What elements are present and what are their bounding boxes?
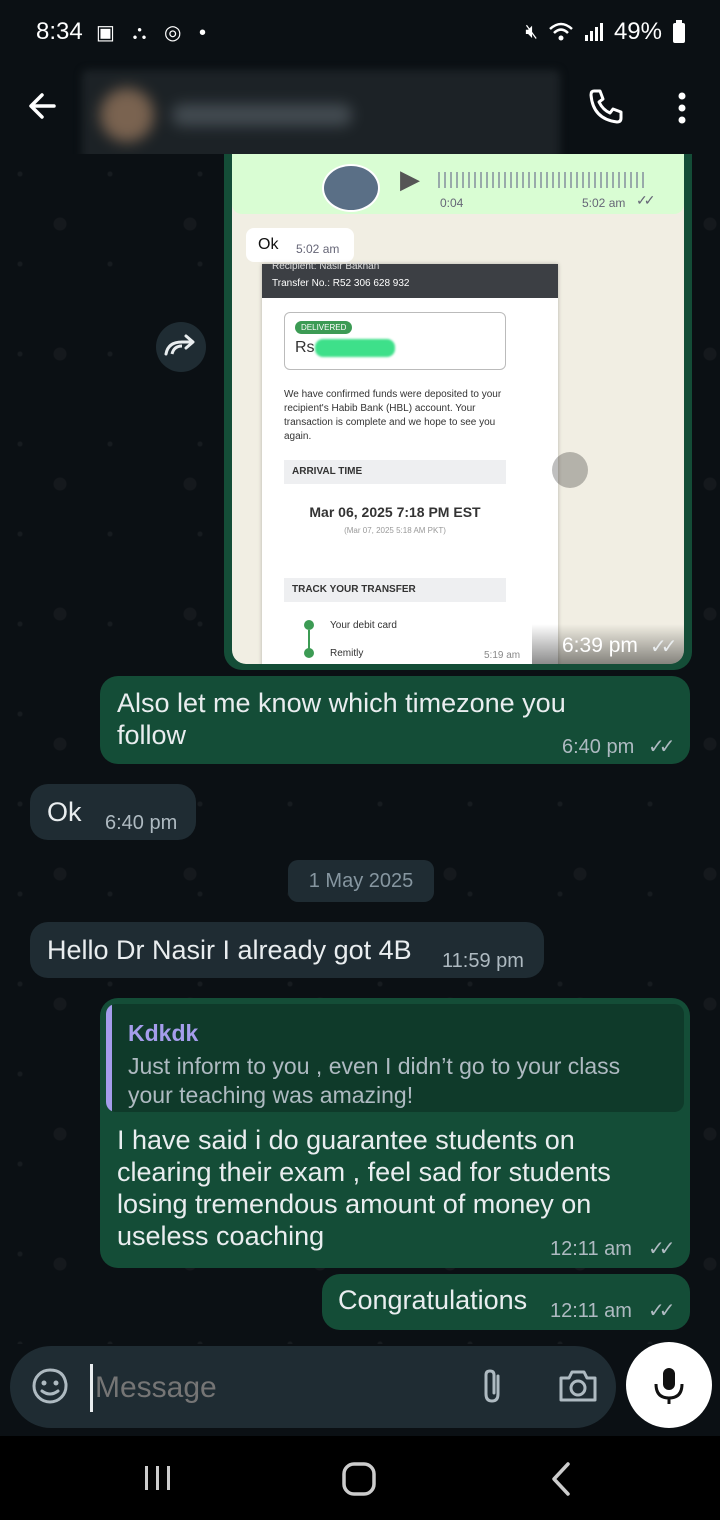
receipt-confirm-text: We have confirmed funds were deposited t… [284,389,502,442]
message-bubble-outgoing[interactable]: Also let me know which timezone you foll… [100,676,690,764]
voice-call-button[interactable] [586,86,630,130]
phone-icon [589,89,623,124]
home-icon [342,1462,376,1496]
mute-icon: 🔇︎ [525,20,538,43]
message-time: 11:59 pm [442,950,524,972]
track-step-2: Remitly [330,648,364,659]
paperclip-icon [484,1369,500,1403]
message-bubble-incoming[interactable]: Ok 6:40 pm [30,784,196,840]
transfer-receipt: Recipient: Nasir Bakhan Transfer No.: R5… [262,261,558,664]
status-time: 8:34 [36,18,83,45]
message-text: Congratulations [338,1285,528,1315]
notification-icons: ▣ ⛬ ◎ • [96,22,213,44]
voice-time: 5:02 am [582,196,626,210]
message-input[interactable] [90,1364,437,1412]
nav-back-button[interactable] [546,1460,576,1498]
system-nav-bar [0,1436,720,1520]
arrival-subdate: (Mar 07, 2025 5:18 AM PKT) [344,526,446,535]
track-label-bar: TRACK YOUR TRANSFER [284,578,506,602]
track-dot-1 [304,620,314,630]
inner-ok-time: 5:02 am [296,242,340,256]
receipt-recipient: Recipient: Nasir Bakhan [272,261,380,272]
sticker-icon [32,1368,68,1404]
battery-level: 49% [613,18,662,45]
voice-duration: 0:04 [440,196,464,210]
image-time: 6:39 pm [562,634,638,657]
emoji-button[interactable] [30,1366,70,1406]
contact-info-redacted[interactable] [82,70,560,162]
read-ticks: ✓✓ [648,1300,675,1322]
date-divider: 1 May 2025 [288,860,434,902]
message-text: I have said i do guarantee students on c… [117,1125,611,1251]
waveform [438,172,648,188]
voice-avatar [322,164,380,212]
message-time: 12:11 am [550,1300,632,1322]
status-bar: 8:34 ▣ ⛬ ◎ • 🔇︎ 49% [0,0,720,64]
amount-box: DELIVERED Rs [284,312,506,370]
camera-icon [559,1370,597,1402]
recents-icon [145,1466,170,1490]
arrival-label: ARRIVAL TIME [292,466,363,477]
arrival-date: Mar 06, 2025 7:18 PM EST [309,504,481,520]
back-button[interactable] [24,84,68,128]
more-options-button[interactable] [664,86,700,130]
attach-button[interactable] [472,1366,512,1406]
track-dot-2 [304,648,314,658]
track-line [308,630,310,650]
nav-back-icon [552,1462,570,1496]
camera-button[interactable] [556,1366,600,1406]
message-text: Also let me know which timezone you foll… [117,688,566,750]
forward-button[interactable] [156,322,206,372]
amount-redaction [315,339,395,357]
read-ticks: ✓✓ [648,1238,675,1260]
delivered-badge: DELIVERED [295,321,353,334]
status-right: 🔇︎ 49% [525,18,686,46]
receipt-inner-time: 5:19 am [484,650,521,661]
more-vert-icon [678,92,686,124]
receipt-header: Recipient: Nasir Bakhan Transfer No.: R5… [262,261,558,298]
message-bubble-outgoing[interactable]: Kdkdk Just inform to you , even I didn’t… [100,998,690,1268]
message-bubble-outgoing[interactable]: Congratulations 12:11 am ✓✓ [322,1274,690,1330]
arrival-label-bar: ARRIVAL TIME [284,460,506,484]
message-time: 6:40 pm [105,812,178,834]
microphone-icon [654,1368,684,1404]
quote-text: Just inform to you , even I didn’t go to… [128,1053,621,1108]
forward-icon [164,334,195,356]
play-icon: ▶ [400,164,420,194]
quote-author: Kdkdk [128,1020,199,1046]
quote-bar [106,1004,112,1112]
voice-message-preview: ▶ 0:04 5:02 am ✓✓ [232,154,684,214]
recent-apps-button[interactable] [140,1462,176,1494]
signal-icon [584,23,603,41]
message-text: Hello Dr Nasir I already got 4B [47,935,412,965]
read-ticks: ✓✓ [648,736,675,758]
track-step-1: Your debit card [330,620,397,631]
inner-forward-icon [552,452,588,488]
wifi-icon [549,22,573,41]
battery-icon [673,20,685,43]
message-composer [10,1346,616,1428]
contact-name [172,104,352,126]
home-button[interactable] [340,1460,378,1498]
message-bubble-incoming[interactable]: Hello Dr Nasir I already got 4B 11:59 pm [30,922,544,978]
track-label: TRACK YOUR TRANSFER [292,584,416,595]
amount-value: Rs [295,339,315,356]
back-arrow-icon [29,93,56,119]
image-screenshot[interactable]: ▶ 0:04 5:02 am ✓✓ Ok 5:02 am Recipient: … [232,154,684,664]
contact-avatar [100,88,154,142]
message-time: 6:40 pm [562,736,635,758]
message-text: Ok [47,797,82,827]
message-time: 12:11 am [550,1238,632,1260]
inner-ok-bubble: Ok 5:02 am [246,228,354,262]
quoted-message[interactable]: Kdkdk Just inform to you , even I didn’t… [106,1004,684,1112]
voice-read-ticks: ✓✓ [636,192,656,208]
chat-header [0,64,720,162]
inner-ok-text: Ok [258,236,279,253]
voice-record-button[interactable] [626,1342,712,1428]
image-read-ticks: ✓✓ [650,636,677,658]
receipt-transfer-no: Transfer No.: R52 306 628 932 [272,278,410,289]
